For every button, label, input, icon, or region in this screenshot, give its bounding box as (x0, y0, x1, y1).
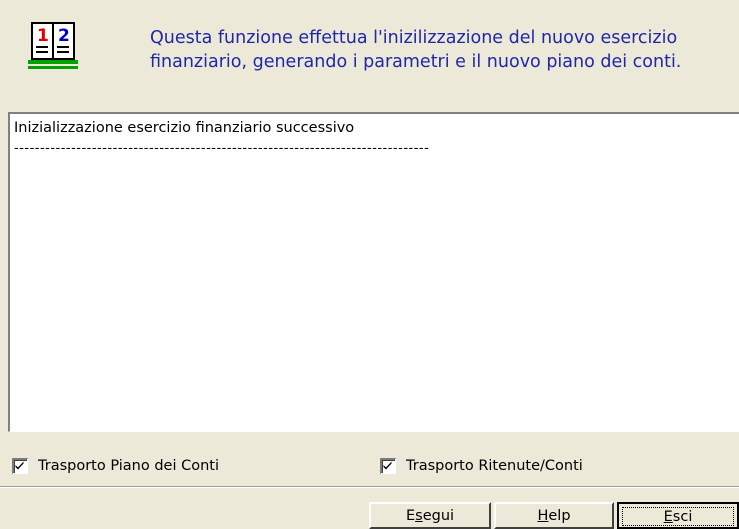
help-button-label: Help (537, 507, 571, 524)
checkmark-icon (15, 461, 24, 470)
log-title: Inizializzazione esercizio finanziario s… (14, 120, 355, 136)
log-separator: ----------------------------------------… (14, 141, 430, 156)
dialog-header: 1 2 Questa funzione effettua l'inizilizz… (0, 0, 739, 112)
trasporto-piano-label: Trasporto Piano dei Conti (38, 458, 220, 474)
help-button[interactable]: Help (494, 502, 614, 529)
log-output-panel[interactable]: Inizializzazione esercizio finanziario s… (8, 112, 739, 432)
esegui-button-label: Esegui (405, 507, 455, 524)
esci-focus-rect: Esci (622, 507, 734, 526)
divider (0, 486, 739, 488)
trasporto-ritenute-label: Trasporto Ritenute/Conti (406, 458, 583, 474)
page-number-one: 1 (37, 26, 49, 46)
dialog-window: 1 2 Questa funzione effettua l'inizilizz… (0, 0, 739, 529)
trasporto-piano-checkbox[interactable] (12, 458, 28, 474)
header-line-2: finanziario, generando i parametri e il … (150, 52, 682, 72)
checkmark-icon (383, 461, 392, 470)
trasporto-piano-checkbox-row[interactable]: Trasporto Piano dei Conti (12, 456, 219, 476)
esegui-button[interactable]: Esegui (369, 502, 491, 529)
esci-button[interactable]: Esci (617, 502, 739, 529)
trasporto-ritenute-checkbox-row[interactable]: Trasporto Ritenute/Conti (380, 456, 583, 476)
page-number-two: 2 (58, 26, 70, 46)
trasporto-ritenute-checkbox[interactable] (380, 458, 396, 474)
esci-button-label: Esci (663, 508, 693, 525)
book-pages-icon: 1 2 (28, 20, 90, 74)
header-line-1: Questa funzione effettua l'inizilizzazio… (150, 28, 678, 48)
header-description: Questa funzione effettua l'inizilizzazio… (148, 26, 728, 74)
